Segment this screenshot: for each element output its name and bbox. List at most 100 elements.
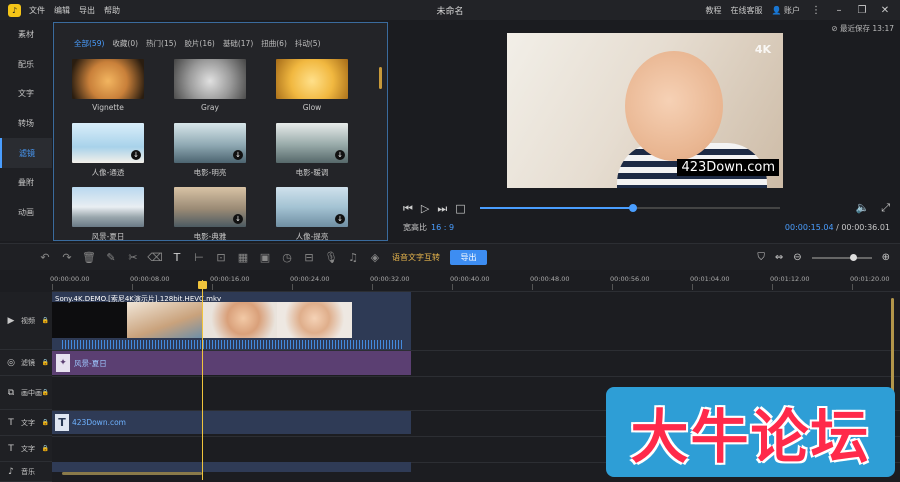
filter-scrollbar[interactable]	[379, 67, 382, 89]
zoom-out-icon[interactable]: ⊖	[793, 252, 801, 263]
filter-thumbnail	[174, 59, 246, 99]
close-icon[interactable]: ✕	[878, 5, 892, 16]
ruler-tick-label: 00:00:40.00	[450, 275, 490, 283]
tab-shake[interactable]: 抖动(5)	[295, 38, 321, 49]
menu-help[interactable]: 帮助	[104, 5, 120, 16]
download-icon[interactable]: ↓	[335, 150, 345, 160]
lock-icon[interactable]: 🔒	[42, 359, 49, 366]
cut-icon[interactable]: ✂	[122, 251, 144, 264]
tab-basic[interactable]: 基础(17)	[223, 38, 253, 49]
split-icon[interactable]: ⊢	[188, 251, 210, 264]
more-icon[interactable]: ⋮	[809, 5, 823, 16]
nav-item-music[interactable]: 配乐	[0, 50, 52, 80]
nav-item-transition[interactable]: 转场	[0, 109, 52, 139]
clip-frame	[52, 302, 127, 338]
speed-icon[interactable]: ◷	[276, 251, 298, 264]
shield-icon[interactable]: ⛉	[757, 252, 765, 263]
filter-item[interactable]: ↓ 电影-明亮	[174, 123, 246, 178]
nav-item-filter[interactable]: 滤镜	[0, 138, 52, 168]
export-button[interactable]: 导出	[450, 249, 487, 265]
volume-icon[interactable]: 🔈	[855, 201, 869, 215]
account-button[interactable]: 👤 账户	[771, 5, 800, 16]
fullscreen-icon[interactable]: ⤢	[881, 201, 890, 215]
menu-edit[interactable]: 编辑	[54, 5, 70, 16]
download-icon[interactable]: ↓	[131, 150, 141, 160]
filter-item[interactable]: Vignette	[72, 59, 144, 112]
lock-icon[interactable]: 🔒	[42, 389, 49, 396]
filter-clip[interactable]: ✦ 风景-夏日	[52, 351, 411, 375]
magic-wand-icon: ✦	[56, 354, 70, 372]
filter-item[interactable]: ↓ 人像-通透	[72, 123, 144, 178]
download-icon[interactable]: ↓	[335, 214, 345, 224]
text-clip-icon: T	[55, 414, 69, 431]
tab-popular[interactable]: 热门(15)	[146, 38, 176, 49]
zoom-in-icon[interactable]: ⊕	[882, 252, 890, 263]
tab-favorites[interactable]: 收藏(0)	[112, 38, 138, 49]
zoom-knob[interactable]	[849, 253, 857, 261]
user-icon: 👤	[771, 5, 782, 15]
timeline-zoom-controls: ⛉ ⇔ ⊖ ⊕	[757, 244, 890, 271]
music-clip[interactable]	[52, 462, 411, 472]
audio-icon[interactable]: ♫	[342, 251, 364, 264]
fill-icon[interactable]: ◈	[364, 251, 386, 264]
timeline-horizontal-scrollbar[interactable]	[62, 472, 202, 475]
filter-item[interactable]: Glow	[276, 59, 348, 112]
filter-item[interactable]: ↓ 电影-暖调	[276, 123, 348, 178]
filter-item[interactable]: ↓ 人像-提亮	[276, 187, 348, 242]
ruler-tick	[852, 284, 853, 290]
download-icon[interactable]: ↓	[233, 214, 243, 224]
autosave-text: 最近保存 13:17	[840, 24, 894, 33]
aspect-ratio[interactable]: 宽高比 16 : 9	[403, 222, 454, 233]
download-icon[interactable]: ↓	[233, 150, 243, 160]
nav-item-animation[interactable]: 动画	[0, 198, 52, 228]
filter-item[interactable]: Gray	[174, 59, 246, 112]
tab-distort[interactable]: 扭曲(6)	[261, 38, 287, 49]
maximize-icon[interactable]: ❐	[855, 5, 869, 16]
nav-item-text[interactable]: 文字	[0, 79, 52, 109]
stop-icon[interactable]: □	[455, 202, 465, 216]
support-link[interactable]: 在线客服	[730, 5, 762, 16]
speech-text-convert[interactable]: 语音文字互转	[392, 252, 440, 263]
filter-item[interactable]: 风景-夏日	[72, 187, 144, 242]
lock-icon[interactable]: 🔒	[42, 419, 49, 426]
preview-right-controls: 🔈 ⤢	[855, 201, 890, 215]
tutorial-link[interactable]: 教程	[705, 5, 721, 16]
redo-icon[interactable]: ↷	[56, 251, 78, 264]
playhead[interactable]	[202, 280, 203, 480]
prev-frame-icon[interactable]: ⏮	[403, 202, 413, 216]
zoom-slider[interactable]	[811, 253, 872, 261]
time-display: 00:00:15.04 / 00:00:36.01	[785, 223, 890, 232]
playback-progress[interactable]	[480, 204, 780, 212]
undo-icon[interactable]: ↶	[34, 251, 56, 264]
lock-icon[interactable]: 🔒	[42, 445, 49, 452]
fit-width-icon[interactable]: ⇔	[775, 252, 783, 263]
mosaic-icon[interactable]: ▦	[232, 251, 254, 264]
track-label: 画中画	[21, 388, 42, 397]
nav-item-overlay[interactable]: 叠附	[0, 168, 52, 198]
text-clip[interactable]: T 423Down.com	[52, 411, 411, 434]
play-icon[interactable]: ▷	[421, 202, 429, 216]
next-frame-icon[interactable]: ⏭	[437, 202, 447, 216]
tab-all[interactable]: 全部(59)	[74, 38, 104, 49]
crop-icon[interactable]: ⊡	[210, 251, 232, 264]
tab-film[interactable]: 胶片(16)	[184, 38, 214, 49]
lock-icon[interactable]: 🔒	[42, 317, 49, 324]
progress-knob[interactable]	[629, 204, 637, 212]
clip-frame	[277, 302, 352, 338]
menu-file[interactable]: 文件	[29, 5, 45, 16]
pen-icon[interactable]: ✎	[100, 251, 122, 264]
minimize-icon[interactable]: –	[832, 5, 846, 16]
playhead-handle[interactable]	[198, 281, 207, 289]
text-tool-icon[interactable]: T	[166, 251, 188, 264]
trash-icon[interactable]: ⌫	[144, 251, 166, 264]
menu-export[interactable]: 导出	[79, 5, 95, 16]
time-ruler[interactable]: 00:00:00.00 00:00:08.00 00:00:16.00 00:00:2…	[50, 270, 900, 292]
freeze-icon[interactable]: ▣	[254, 251, 276, 264]
nav-item-media[interactable]: 素材	[0, 20, 52, 50]
mic-icon[interactable]: 🎙	[320, 251, 342, 264]
delete-icon[interactable]: 🗑	[78, 251, 100, 264]
filter-item[interactable]: ↓ 电影-典雅	[174, 187, 246, 242]
text-track-icon: T	[8, 443, 14, 454]
video-clip[interactable]: Sony.4K.DEMO.[索尼4K演示片].128bit.HEVC.mkv	[52, 292, 411, 350]
fit-icon[interactable]: ⊟	[298, 251, 320, 264]
